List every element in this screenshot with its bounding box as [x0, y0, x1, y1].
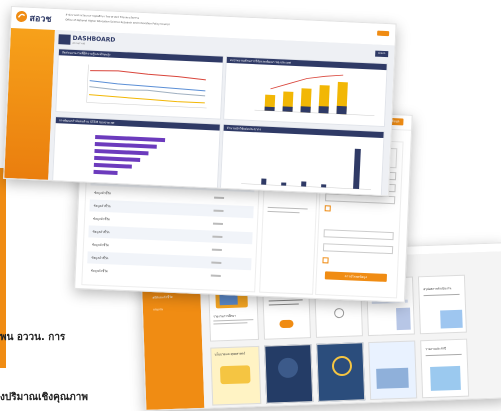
download-button[interactable]: ดาวน์โหลดข้อมูล [324, 271, 388, 282]
table-cell: ข้อมูลตัวชี้วัด [92, 229, 110, 235]
hbar-chart [93, 134, 166, 176]
sidebar-item-stats[interactable]: สถิติและตัวชี้วัด [152, 295, 172, 301]
dashboard-sidebar [4, 28, 55, 180]
table-cell-value [210, 274, 221, 277]
report-card[interactable]: รายงานประจำปี [420, 338, 470, 399]
panel-line-chart: สัดส่วนแรงงานที่มีความรู้และทักษะสูง [55, 48, 224, 120]
checkbox[interactable] [322, 257, 329, 264]
report-card[interactable]: สรุปผลการดำเนินงาน [417, 274, 467, 335]
select-field-4[interactable] [323, 229, 394, 241]
table-cell-value [214, 196, 225, 200]
dashboard-icon [58, 34, 71, 45]
logo-text: สอวช [29, 13, 52, 25]
table-cell: ข้อมูลตัวชี้วัด [93, 216, 111, 222]
bottom-text-line-1: พน อววน. การ [0, 332, 66, 343]
bottom-text-line-2: งปริมาณเชิงคุณภาพ [0, 392, 88, 403]
bar-chart [254, 74, 375, 116]
table-cell-value [213, 209, 224, 213]
panel-hbar-chart: การพัฒนากำลังคนด้าน STEM ของประเทศ [51, 116, 221, 192]
report-card[interactable]: นโยบายและยุทธศาสตร์ [210, 345, 262, 406]
dashboard-subtitle: สถานการณ์ [72, 41, 86, 46]
table-cell: ข้อมูลตัวชี้วัด [90, 268, 108, 274]
table-cell-value [212, 222, 224, 226]
table-cell: ข้อมูลตัวชี้วัด [91, 242, 110, 248]
table-cell: ข้อมูลตัวชี้วัด [91, 255, 109, 261]
panel-column-chart: จำนวนนักวิจัยต่อประชากร [219, 123, 385, 197]
report-card[interactable] [264, 344, 314, 404]
dashboard-window: สอวช สำนักงานสภานโยบายการอุดมศึกษา วิทยา… [3, 6, 397, 197]
report-card[interactable] [368, 340, 418, 401]
export-button[interactable]: ส่งออก [374, 50, 389, 58]
report-card[interactable] [316, 342, 366, 402]
table-cell-value [212, 235, 223, 238]
panel-bar-chart: งบประมาณด้านการวิจัยและพัฒนา ของประเทศ [223, 55, 388, 128]
logo-icon [16, 10, 28, 22]
header-menu-button[interactable] [377, 30, 390, 37]
dashboard-main: DASHBOARD สถานการณ์ ส่งออก สัดส่วนแรงงาน… [48, 30, 395, 197]
sidebar-item-reports[interactable]: รายงาน [153, 307, 163, 312]
table-cell: ข้อมูลตัวชี้วัด [93, 203, 111, 209]
select-field-5[interactable] [322, 243, 394, 255]
checkbox[interactable] [324, 205, 331, 212]
table-cell-value [211, 248, 222, 251]
table-cell-value [211, 261, 222, 264]
table-cell: ข้อมูลตัวชี้วัด [94, 190, 112, 196]
line-chart [86, 64, 207, 109]
column-chart [241, 148, 372, 190]
